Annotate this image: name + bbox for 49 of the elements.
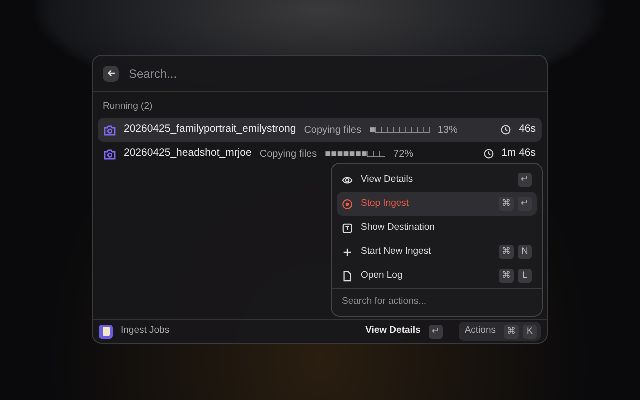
key-cap: ↵ <box>518 197 532 211</box>
camera-icon <box>104 148 116 160</box>
clock-icon <box>501 125 512 136</box>
job-status: Copying files <box>260 148 318 162</box>
key-cap: ⌘ <box>499 197 514 211</box>
key-cap: ↵ <box>428 324 443 338</box>
menu-item[interactable]: Open Log ⌘ L <box>337 264 537 288</box>
key-cap: ⌘ <box>504 324 519 338</box>
job-row[interactable]: 20260425_familyportrait_emilystrong Copying files ■□□□□□□□□□ 13% 46s <box>98 118 542 142</box>
key-cap: L <box>518 269 532 283</box>
job-name: 20260425_familyportrait_emilystrong <box>124 122 296 138</box>
menu-item[interactable]: Start New Ingest ⌘ N <box>337 240 537 264</box>
key-cap: ⌘ <box>499 269 514 283</box>
menu-item-label: Open Log <box>361 268 403 283</box>
elapsed-time: 46s <box>519 122 536 138</box>
plus-icon <box>342 246 353 258</box>
actions-button[interactable]: Actions ⌘ K <box>458 322 541 341</box>
menu-item-label: Start New Ingest <box>361 244 432 259</box>
footer-title: Ingest Jobs <box>121 324 170 338</box>
progress-bar-text: ■□□□□□□□□□ <box>369 124 430 138</box>
clock-icon <box>484 149 494 160</box>
key-cap: ⌘ <box>499 245 514 259</box>
progress-percent: 13% <box>438 124 458 138</box>
section-label: Running (2) <box>102 100 154 114</box>
key-cap: ↵ <box>518 173 532 187</box>
back-button[interactable] <box>103 66 119 82</box>
search-field[interactable]: Search... <box>127 64 537 84</box>
view-details-link[interactable]: View Details <box>366 324 421 339</box>
key-cap: K <box>523 324 537 338</box>
camera-icon <box>104 124 116 136</box>
menu-item[interactable]: Show Destination <box>337 216 537 240</box>
menu-item-label: Show Destination <box>361 220 435 235</box>
progress-bar-text: ■■■■■■■□□□ <box>325 148 386 162</box>
menu-item[interactable]: View Details ↵ <box>337 168 537 192</box>
job-name: 20260425_headshot_mrjoe <box>124 146 252 162</box>
document-icon <box>99 324 113 338</box>
eye-icon <box>342 174 353 186</box>
elapsed-time: 1m 46s <box>502 146 536 162</box>
actions-search-field[interactable]: Search for actions... <box>340 294 534 311</box>
job-row[interactable]: 20260425_headshot_mrjoe Copying files ■■■■■■■□□□ 72% 1m 46s <box>98 142 542 166</box>
arrow-left-icon <box>106 69 116 78</box>
menu-item-label: View Details <box>361 172 414 187</box>
progress-percent: 72% <box>394 148 414 162</box>
menu-item[interactable]: Stop Ingest ⌘ ↵ <box>337 192 537 216</box>
stop-icon <box>342 198 353 210</box>
file-icon <box>342 270 353 282</box>
menu-item-label: Stop Ingest <box>361 196 410 211</box>
key-cap: N <box>518 245 532 259</box>
job-status: Copying files <box>304 124 362 138</box>
